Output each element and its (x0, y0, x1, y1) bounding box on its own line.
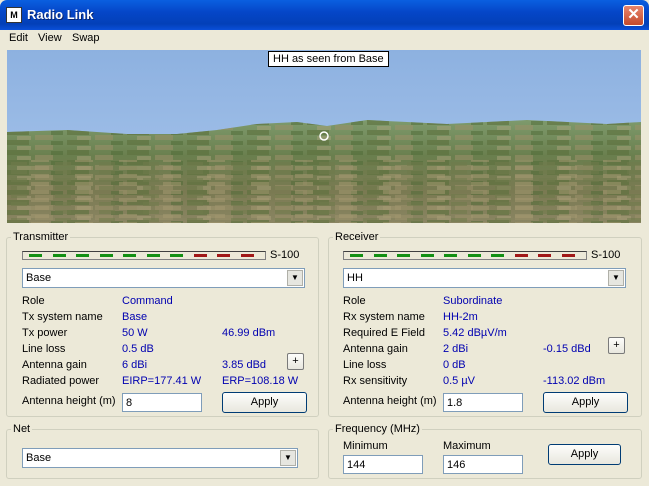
rx-gain-dbd: -0.15 dBd (543, 343, 591, 355)
freq-max-input[interactable]: 146 (443, 455, 523, 474)
tx-gain-label: Antenna gain (22, 359, 87, 371)
rx-sens-label: Rx sensitivity (343, 375, 408, 387)
meter-segment (146, 254, 160, 257)
net-select[interactable]: Base ▼ (22, 448, 298, 468)
meter-segment (240, 254, 254, 257)
rx-sens-dbm: -113.02 dBm (543, 375, 606, 387)
meter-segment (514, 254, 528, 257)
meter-segment (397, 254, 410, 257)
receiver-group-label: Receiver (333, 231, 381, 243)
menu-bar: Edit View Swap (0, 30, 649, 49)
rx-sens-value: 0.5 µV (443, 375, 476, 387)
tx-lineloss-label: Line loss (22, 343, 66, 355)
menu-swap[interactable]: Swap (72, 32, 100, 44)
window-title: Radio Link (27, 7, 94, 22)
tx-signal-meter (22, 251, 266, 260)
rx-gain-value: 2 dBi (443, 343, 469, 355)
rx-field-value: 5.42 dBµV/m (443, 327, 507, 339)
meter-segment (76, 254, 89, 257)
meter-segment (420, 254, 434, 257)
tx-gain-dbd: 3.85 dBd (222, 359, 267, 371)
rx-height-input[interactable]: 1.8 (443, 393, 523, 412)
menu-edit[interactable]: Edit (9, 32, 28, 44)
rx-sysname-label: Rx system name (343, 311, 425, 323)
meter-segment (467, 254, 481, 257)
rx-gain-plus-button[interactable]: + (608, 337, 625, 354)
tx-power-label: Tx power (22, 327, 68, 339)
rx-signal-meter (343, 251, 587, 260)
view-caption: HH as seen from Base (268, 51, 389, 67)
freq-max-label: Maximum (443, 440, 491, 452)
tx-eirp-value: EIRP=177.41 W (122, 375, 202, 387)
rx-role-value: Subordinate (443, 295, 503, 307)
rx-lineloss-value: 0 dB (443, 359, 466, 371)
menu-view[interactable]: View (38, 32, 62, 44)
meter-segment (373, 254, 387, 257)
net-value: Base (26, 452, 52, 464)
tx-height-input[interactable]: 8 (122, 393, 202, 412)
tx-power-value: 50 W (122, 327, 148, 339)
transmitter-group-label: Transmitter (11, 231, 71, 243)
tx-height-label: Antenna height (m) (22, 395, 116, 407)
tx-gain-plus-button[interactable]: + (287, 353, 304, 370)
tx-role-value: Command (122, 295, 173, 307)
freq-min-label: Minimum (343, 440, 388, 452)
rx-gain-label: Antenna gain (343, 343, 408, 355)
meter-segment (29, 254, 42, 257)
tx-meter-label: S-100 (270, 249, 300, 261)
tx-radiated-label: Radiated power (22, 375, 100, 387)
rx-role-label: Role (343, 295, 366, 307)
rx-sysname-value: HH-2m (443, 311, 478, 323)
rx-meter-label: S-100 (591, 249, 621, 261)
meter-segment (99, 254, 113, 257)
rx-station-value: HH (347, 272, 363, 284)
title-bar: M Radio Link ✕ (0, 0, 649, 30)
freq-apply-button[interactable]: Apply (548, 444, 621, 465)
meter-segment (491, 254, 504, 257)
terrain-view[interactable] (7, 50, 641, 223)
tx-erp-value: ERP=108.18 W (222, 375, 299, 387)
meter-segment (561, 254, 575, 257)
rx-lineloss-label: Line loss (343, 359, 387, 371)
tx-station-select[interactable]: Base ▼ (22, 268, 305, 288)
tx-station-value: Base (26, 272, 52, 284)
frequency-group-label: Frequency (MHz) (333, 423, 422, 435)
tx-role-label: Role (22, 295, 45, 307)
chevron-down-icon[interactable]: ▼ (280, 450, 296, 466)
close-button[interactable]: ✕ (623, 5, 644, 26)
tx-lineloss-value: 0.5 dB (122, 343, 154, 355)
tx-power-dbm: 46.99 dBm (222, 327, 276, 339)
tx-sysname-value: Base (122, 311, 148, 323)
freq-min-input[interactable]: 144 (343, 455, 423, 474)
meter-segment (52, 254, 66, 257)
meter-segment (350, 254, 363, 257)
chevron-down-icon[interactable]: ▼ (608, 270, 624, 286)
tx-apply-button[interactable]: Apply (222, 392, 307, 413)
chevron-down-icon[interactable]: ▼ (287, 270, 303, 286)
meter-segment (123, 254, 136, 257)
rx-apply-button[interactable]: Apply (543, 392, 628, 413)
meter-segment (444, 254, 457, 257)
tx-sysname-label: Tx system name (22, 311, 103, 323)
meter-segment (538, 254, 551, 257)
rx-field-label: Required E Field (343, 327, 425, 339)
meter-segment (170, 254, 183, 257)
rx-height-label: Antenna height (m) (343, 395, 437, 407)
meter-segment (217, 254, 230, 257)
net-group-label: Net (11, 423, 33, 435)
tx-gain-value: 6 dBi (122, 359, 148, 371)
meter-segment (193, 254, 207, 257)
app-icon: M (6, 7, 22, 23)
rx-station-select[interactable]: HH ▼ (343, 268, 626, 288)
